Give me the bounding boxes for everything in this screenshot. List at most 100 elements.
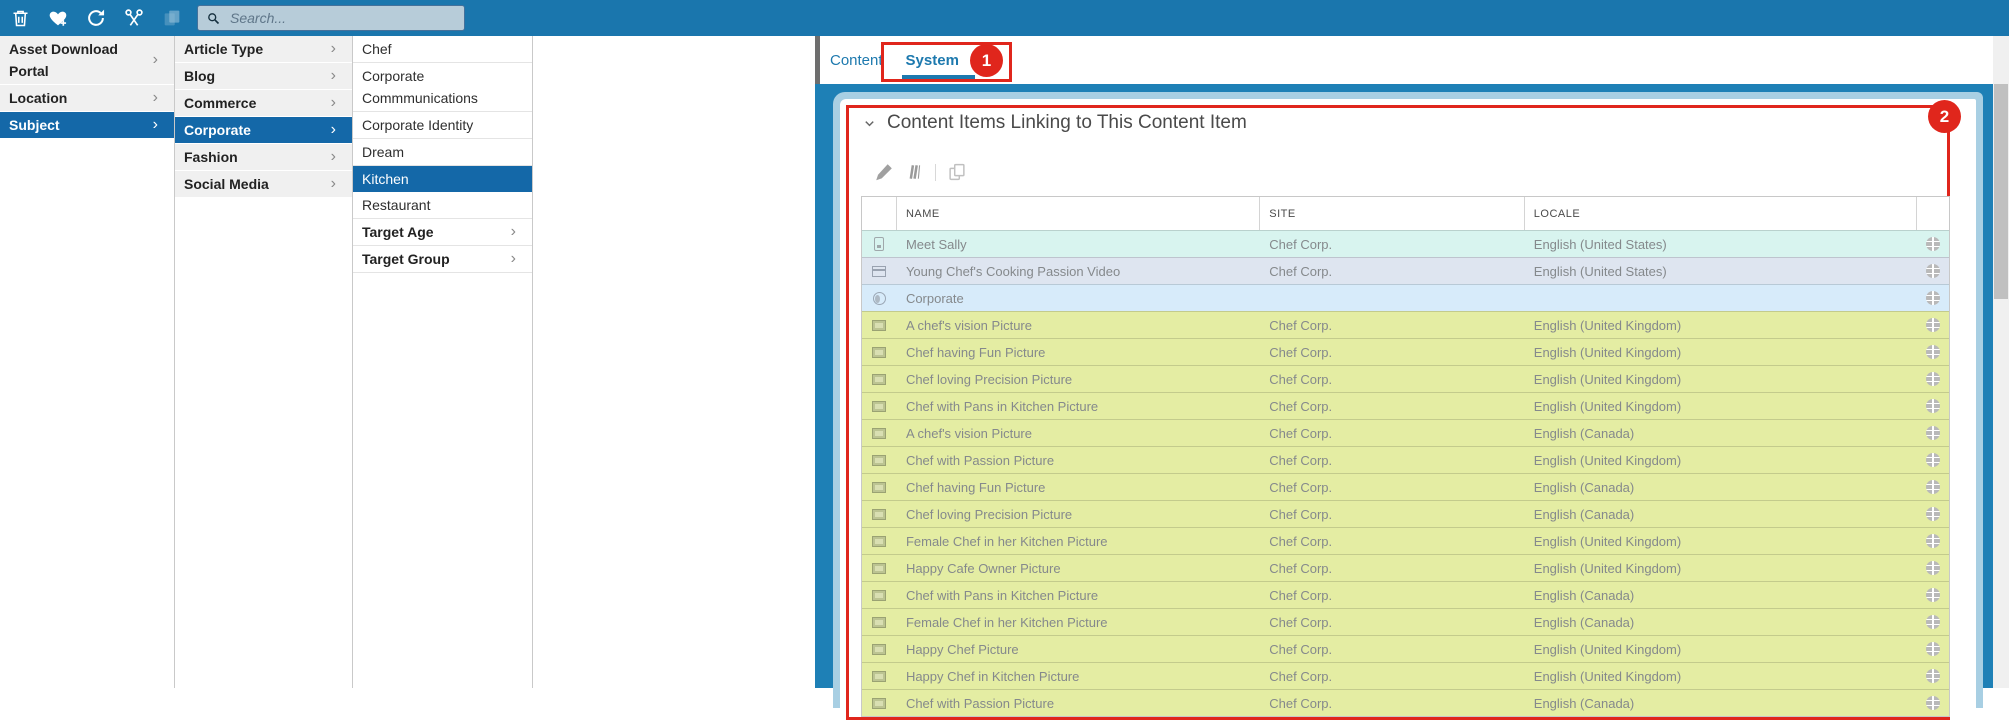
- linking-items-table: NAME SITE LOCALE Meet Sally Chef Corp. Eng…: [861, 196, 1950, 717]
- submenu-arrow-icon: ›: [330, 148, 336, 165]
- item-actions-cell: [1917, 663, 1949, 689]
- versions-icon[interactable]: [905, 162, 925, 182]
- table-row[interactable]: A chef's vision Picture Chef Corp. English…: [862, 311, 1949, 338]
- menu-item-dream[interactable]: Dream: [353, 139, 532, 166]
- search-input[interactable]: [228, 9, 456, 27]
- copy-icon[interactable]: [161, 7, 183, 29]
- table-row[interactable]: Meet Sally Chef Corp. English (United Stat…: [862, 230, 1949, 257]
- menu-item-corporate-commmunications[interactable]: Corporate Commmunications: [353, 63, 532, 112]
- copy-icon[interactable]: [946, 161, 968, 183]
- menu-item-chef[interactable]: Chef: [353, 36, 532, 63]
- globe-icon[interactable]: [1926, 480, 1941, 494]
- tab-system[interactable]: System: [901, 52, 976, 79]
- picture-icon: [872, 373, 887, 385]
- item-name-cell: Chef having Fun Picture: [905, 479, 1046, 495]
- menu-item-social-media[interactable]: Social Media ›: [175, 171, 352, 197]
- globe-icon[interactable]: [1926, 291, 1941, 305]
- vertical-scrollbar[interactable]: [1993, 36, 2009, 688]
- menu-item-blog[interactable]: Blog ›: [175, 63, 352, 89]
- menu-item-target-group[interactable]: Target Group ›: [353, 246, 532, 273]
- menu-item-label: Kitchen: [362, 171, 409, 187]
- globe-icon[interactable]: [1926, 588, 1941, 602]
- panel-section-header[interactable]: Content Items Linking to This Content It…: [863, 112, 1247, 134]
- menu-item-subject[interactable]: Subject ›: [0, 112, 174, 138]
- globe-icon[interactable]: [1926, 318, 1941, 332]
- item-name-cell: Chef with Pans in Kitchen Picture: [905, 587, 1099, 603]
- menu-item-label: Article Type: [184, 41, 264, 57]
- chevron-down-icon: [863, 117, 876, 130]
- globe-icon[interactable]: [1926, 642, 1941, 656]
- scrollbar-thumb[interactable]: [1994, 84, 2008, 299]
- globe-icon[interactable]: [1926, 561, 1941, 575]
- menu-item-label: Location: [9, 90, 68, 106]
- globe-icon[interactable]: [1926, 669, 1941, 683]
- edit-icon[interactable]: [873, 161, 895, 183]
- menu-item-location[interactable]: Location ›: [0, 85, 174, 111]
- search-box[interactable]: [197, 5, 465, 31]
- item-site-cell: Chef Corp.: [1269, 398, 1333, 414]
- item-type-cell: [862, 393, 897, 419]
- globe-icon[interactable]: [1926, 426, 1941, 440]
- table-row[interactable]: Young Chef's Cooking Passion Video Chef C…: [862, 257, 1949, 284]
- item-locale-cell: English (Canada): [1533, 695, 1635, 711]
- menu-item-target-age[interactable]: Target Age ›: [353, 219, 532, 246]
- globe-icon[interactable]: [1926, 534, 1941, 548]
- column-header-name[interactable]: NAME: [897, 197, 1261, 230]
- table-row[interactable]: Chef loving Precision Picture Chef Corp. E…: [862, 500, 1949, 527]
- column-header-locale[interactable]: LOCALE: [1525, 197, 1918, 230]
- table-row[interactable]: Chef with Passion Picture Chef Corp. Engli…: [862, 689, 1949, 716]
- globe-icon[interactable]: [1926, 399, 1941, 413]
- tab-content[interactable]: Content: [830, 52, 883, 69]
- globe-icon[interactable]: [1926, 696, 1941, 710]
- item-name-cell: Young Chef's Cooking Passion Video: [905, 263, 1121, 279]
- menu-item-kitchen[interactable]: Kitchen: [353, 166, 532, 192]
- menu-item-corporate[interactable]: Corporate ›: [175, 117, 352, 143]
- refresh-icon[interactable]: [85, 7, 107, 29]
- item-actions-cell: [1917, 447, 1949, 473]
- globe-icon[interactable]: [1926, 237, 1941, 251]
- table-row[interactable]: Corporate: [862, 284, 1949, 311]
- item-name-cell: Happy Chef in Kitchen Picture: [905, 668, 1080, 684]
- favorite-add-icon[interactable]: [47, 7, 69, 29]
- globe-icon[interactable]: [1926, 264, 1941, 278]
- item-name-cell: Chef loving Precision Picture: [905, 371, 1073, 387]
- table-row[interactable]: Happy Chef in Kitchen Picture Chef Corp. E…: [862, 662, 1949, 689]
- menu-item-asset-download-portal[interactable]: Asset Download Portal ›: [0, 36, 174, 84]
- menu-item-restaurant[interactable]: Restaurant: [353, 192, 532, 219]
- table-row[interactable]: Chef with Pans in Kitchen Picture Chef Co…: [862, 392, 1949, 419]
- item-actions-cell: [1917, 690, 1949, 716]
- table-row[interactable]: Chef having Fun Picture Chef Corp. English…: [862, 473, 1949, 500]
- search-icon: [206, 11, 221, 26]
- table-row[interactable]: Chef with Pans in Kitchen Picture Chef Co…: [862, 581, 1949, 608]
- table-row[interactable]: Female Chef in her Kitchen Picture Chef C…: [862, 608, 1949, 635]
- trash-icon[interactable]: [9, 7, 31, 29]
- globe-icon[interactable]: [1926, 507, 1941, 521]
- menu-item-commerce[interactable]: Commerce ›: [175, 90, 352, 116]
- panel-toolbar: [873, 159, 968, 185]
- item-type-cell: [862, 474, 897, 500]
- item-actions-cell: [1917, 339, 1949, 365]
- menu-column-3: Chef Corporate Commmunications Corporate I…: [353, 36, 533, 688]
- picture-icon: [872, 535, 887, 547]
- item-type-cell: [862, 231, 897, 257]
- menu-item-fashion[interactable]: Fashion ›: [175, 144, 352, 170]
- globe-icon[interactable]: [1926, 453, 1941, 467]
- table-row[interactable]: Chef with Passion Picture Chef Corp. Engli…: [862, 446, 1949, 473]
- item-site-cell: Chef Corp.: [1269, 695, 1333, 711]
- table-row[interactable]: Chef having Fun Picture Chef Corp. English…: [862, 338, 1949, 365]
- table-row[interactable]: Female Chef in her Kitchen Picture Chef C…: [862, 527, 1949, 554]
- table-row[interactable]: Happy Chef Picture Chef Corp. English (Uni…: [862, 635, 1949, 662]
- column-header-site[interactable]: SITE: [1260, 197, 1525, 230]
- cut-icon[interactable]: [123, 7, 145, 29]
- menu-item-corporate-identity[interactable]: Corporate Identity: [353, 112, 532, 139]
- menu-item-label: Commerce: [184, 95, 257, 111]
- table-row[interactable]: Chef loving Precision Picture Chef Corp. E…: [862, 365, 1949, 392]
- item-actions-cell: [1917, 285, 1949, 311]
- menu-item-article-type[interactable]: Article Type ›: [175, 36, 352, 62]
- table-row[interactable]: Happy Cafe Owner Picture Chef Corp. Englis…: [862, 554, 1949, 581]
- table-row[interactable]: A chef's vision Picture Chef Corp. English…: [862, 419, 1949, 446]
- globe-icon[interactable]: [1926, 372, 1941, 386]
- globe-icon[interactable]: [1926, 345, 1941, 359]
- item-site-cell: Chef Corp.: [1269, 479, 1333, 495]
- globe-icon[interactable]: [1926, 615, 1941, 629]
